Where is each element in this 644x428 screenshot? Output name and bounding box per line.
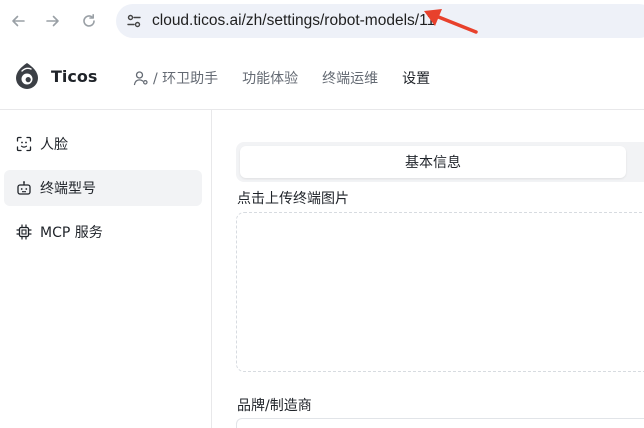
app-header: Ticos / 环卫助手 功能体验 终端运维 设置 [0, 44, 644, 110]
browser-toolbar: cloud.ticos.ai/zh/settings/robot-models/… [0, 0, 644, 44]
sidebar-item-label: 终端型号 [40, 181, 96, 197]
chip-icon [16, 224, 32, 240]
sidebar-item-label: 人脸 [40, 137, 68, 153]
robot-selector-label: / 环卫助手 [153, 71, 219, 87]
sidebar-item-label: MCP 服务 [40, 225, 103, 241]
brand-manufacturer-input[interactable] [236, 418, 644, 428]
settings-sidebar: 人脸 终端型号 MCP 服务 [0, 110, 212, 428]
tune-icon [127, 14, 141, 28]
url-text[interactable]: cloud.ticos.ai/zh/settings/robot-models/… [152, 12, 435, 30]
tab-basic-info[interactable]: 基本信息 [240, 146, 626, 178]
brand-name[interactable]: Ticos [51, 67, 97, 86]
image-upload-dropzone[interactable] [236, 212, 644, 372]
user-settings-icon [133, 71, 148, 86]
reload-button[interactable] [76, 8, 102, 34]
nav-terminal-ops[interactable]: 终端运维 [322, 68, 378, 88]
top-navigation: / 环卫助手 功能体验 终端运维 设置 [133, 68, 454, 88]
reload-icon [83, 14, 95, 27]
site-info-button[interactable] [122, 9, 146, 33]
sidebar-item-robot-models[interactable]: 终端型号 [4, 170, 202, 206]
sidebar-item-mcp-service[interactable]: MCP 服务 [4, 214, 202, 250]
back-button[interactable] [5, 8, 31, 34]
arrow-left-icon [12, 15, 25, 27]
arrow-right-icon [46, 15, 59, 27]
nav-feature-experience[interactable]: 功能体验 [242, 68, 298, 88]
brand-manufacturer-label: 品牌/制造商 [237, 398, 312, 414]
sidebar-item-face[interactable]: 人脸 [4, 126, 202, 162]
face-scan-icon [16, 136, 32, 152]
robot-selector[interactable]: / 环卫助手 [133, 68, 218, 88]
upload-label: 点击上传终端图片 [237, 191, 349, 207]
nav-settings[interactable]: 设置 [402, 68, 430, 88]
forward-button[interactable] [40, 8, 66, 34]
ticos-logo-icon[interactable] [12, 61, 42, 91]
address-bar[interactable]: cloud.ticos.ai/zh/settings/robot-models/… [116, 4, 644, 38]
robot-icon [17, 181, 31, 195]
red-arrow-annotation-icon [424, 9, 478, 34]
